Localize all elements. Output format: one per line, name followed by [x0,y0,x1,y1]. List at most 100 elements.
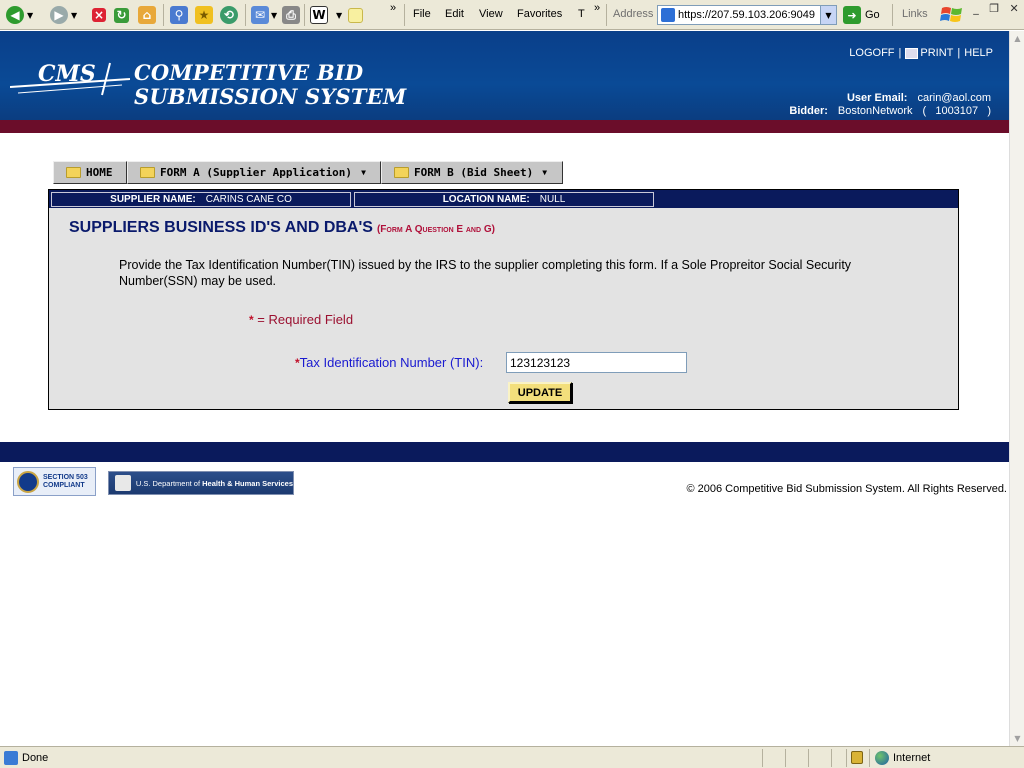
back-button[interactable]: ◀ ▼ [6,5,33,25]
forward-button[interactable]: ▶ ▼ [50,5,77,25]
help-link[interactable]: HELP [964,47,993,59]
go-label: Go [865,9,880,21]
hhs-logo-link[interactable]: U.S. Department of Health & Human Servic… [108,471,294,495]
tin-label: *Tax Identification Number (TIN): [295,355,483,370]
note-icon [348,7,363,23]
lock-icon[interactable] [851,751,863,764]
nav-home-label: HOME [86,166,113,179]
links-button[interactable]: Links [902,8,928,20]
menu-tools[interactable]: T [578,8,585,20]
supplier-name-cell: SUPPLIER NAME: CARINS CANE CO [51,192,351,207]
word-icon: W [310,6,328,24]
chevron-down-icon: ▼ [542,168,548,177]
print-link-label: PRINT [920,47,954,59]
restore-icon[interactable]: ❐ [989,2,999,15]
nav-form-a[interactable]: FORM A (Supplier Application) ▼ [127,161,381,184]
scroll-down-icon[interactable]: ▼ [1011,731,1024,746]
site-title: COMPETITIVE BID SUBMISSION SYSTEM [134,61,406,109]
user-email-value: carin@aol.com [917,92,991,104]
chevron-down-icon: ▼ [336,10,343,20]
history-icon: ⟲ [220,6,238,24]
nav-form-b-label: FORM B (Bid Sheet) [414,166,534,179]
menu-chevron-icon[interactable]: » [594,2,600,14]
site-title-line2: SUBMISSION SYSTEM [134,84,407,109]
search-button[interactable]: ⚲ [170,5,188,25]
folder-icon [66,167,81,178]
section-503-badge[interactable]: SECTION 503 COMPLIANT [13,467,96,496]
folder-icon [394,167,409,178]
refresh-button[interactable]: ↻ [114,5,129,25]
browser-status-bar: Done Internet [0,746,1024,768]
windows-logo-icon [940,3,964,27]
printer-icon [905,47,919,59]
hhs-name: Health & Human Services [202,478,293,488]
required-legend-text: = Required Field [257,312,354,327]
nav-form-b[interactable]: FORM B (Bid Sheet) ▼ [381,161,563,184]
status-divider [831,749,832,767]
go-button[interactable]: ➜ Go [843,5,880,25]
toolbar-divider [404,4,405,26]
toolbar-divider [892,4,893,26]
toolbar-divider [163,4,164,26]
menu-favorites[interactable]: Favorites [517,8,562,20]
toolbar-chevron-icon[interactable]: » [390,2,396,14]
tin-label-text: Tax Identification Number (TIN): [299,355,484,370]
header-accent-band [0,120,1009,133]
address-dropdown-button[interactable]: ▼ [820,6,836,24]
menu-file[interactable]: File [413,8,431,20]
cms-logo-text: CMS [38,61,96,87]
required-legend: * = Required Field [249,312,353,327]
go-arrow-icon: ➜ [843,6,861,24]
chevron-down-icon: ▼ [361,168,366,177]
nav-home[interactable]: HOME [53,161,127,184]
badge-line2: COMPLIANT [43,481,85,489]
close-icon[interactable]: ✕ [1010,2,1019,15]
toolbar-divider [606,4,607,26]
main-nav: HOME FORM A (Supplier Application) ▼ FOR… [53,161,563,184]
supplier-name-value: CARINS CANE CO [205,194,292,205]
logoff-link[interactable]: LOGOFF [849,47,894,59]
scroll-up-icon[interactable]: ▲ [1011,31,1024,46]
cms-logo: CMS [9,57,131,97]
internet-zone-icon [875,751,889,765]
address-input[interactable]: https://207.59.103.206:9049 ▼ [657,5,837,25]
bidder-name: BostonNetwork [837,105,913,117]
supplier-info-bar: SUPPLIER NAME: CARINS CANE CO LOCATION N… [49,190,958,208]
bidder-id: ( 1003107 ) [922,105,992,117]
tin-input[interactable] [506,352,687,373]
refresh-icon: ↻ [114,7,129,23]
chevron-down-icon: ▼ [271,10,278,20]
history-button[interactable]: ⟲ [220,5,238,25]
discuss-button[interactable] [348,5,363,25]
menu-view[interactable]: View [479,8,503,20]
favorites-button[interactable]: ★ [195,5,213,25]
print-link[interactable]: PRINT [905,47,953,59]
section-subtitle: (Form A Question E and G) [376,224,495,235]
user-info: User Email: carin@aol.com Bidder: Boston… [789,92,991,118]
mail-button[interactable]: ✉ ▼ [251,5,277,25]
update-button[interactable]: UPDATE [508,382,572,403]
user-email-label: User Email: [846,92,908,104]
hhs-eagle-icon [115,475,131,491]
section-title: SUPPLIERS BUSINESS ID'S AND DBA'S (Form A… [69,219,495,237]
menu-edit[interactable]: Edit [445,8,464,20]
mail-icon: ✉ [251,6,269,24]
search-icon: ⚲ [170,6,188,24]
page-done-icon [4,751,18,765]
star-icon: ★ [195,6,213,24]
link-separator: | [957,47,961,59]
stop-icon: × [92,8,106,22]
top-links: LOGOFF | PRINT | HELP [849,47,993,59]
home-icon: ⌂ [138,6,156,24]
printer-icon: ⎙ [282,6,300,24]
footer-band [0,442,1009,462]
print-toolbar-button[interactable]: ⎙ [282,5,300,25]
status-divider [762,749,763,767]
edit-button[interactable]: W ▼ [310,5,342,25]
vertical-scrollbar[interactable]: ▲ ▼ [1009,31,1024,746]
folder-icon [140,167,155,178]
stop-button[interactable]: × [92,5,106,25]
minimize-icon[interactable]: _ [973,2,979,15]
chevron-down-icon: ▼ [27,10,34,20]
home-button[interactable]: ⌂ [138,5,156,25]
